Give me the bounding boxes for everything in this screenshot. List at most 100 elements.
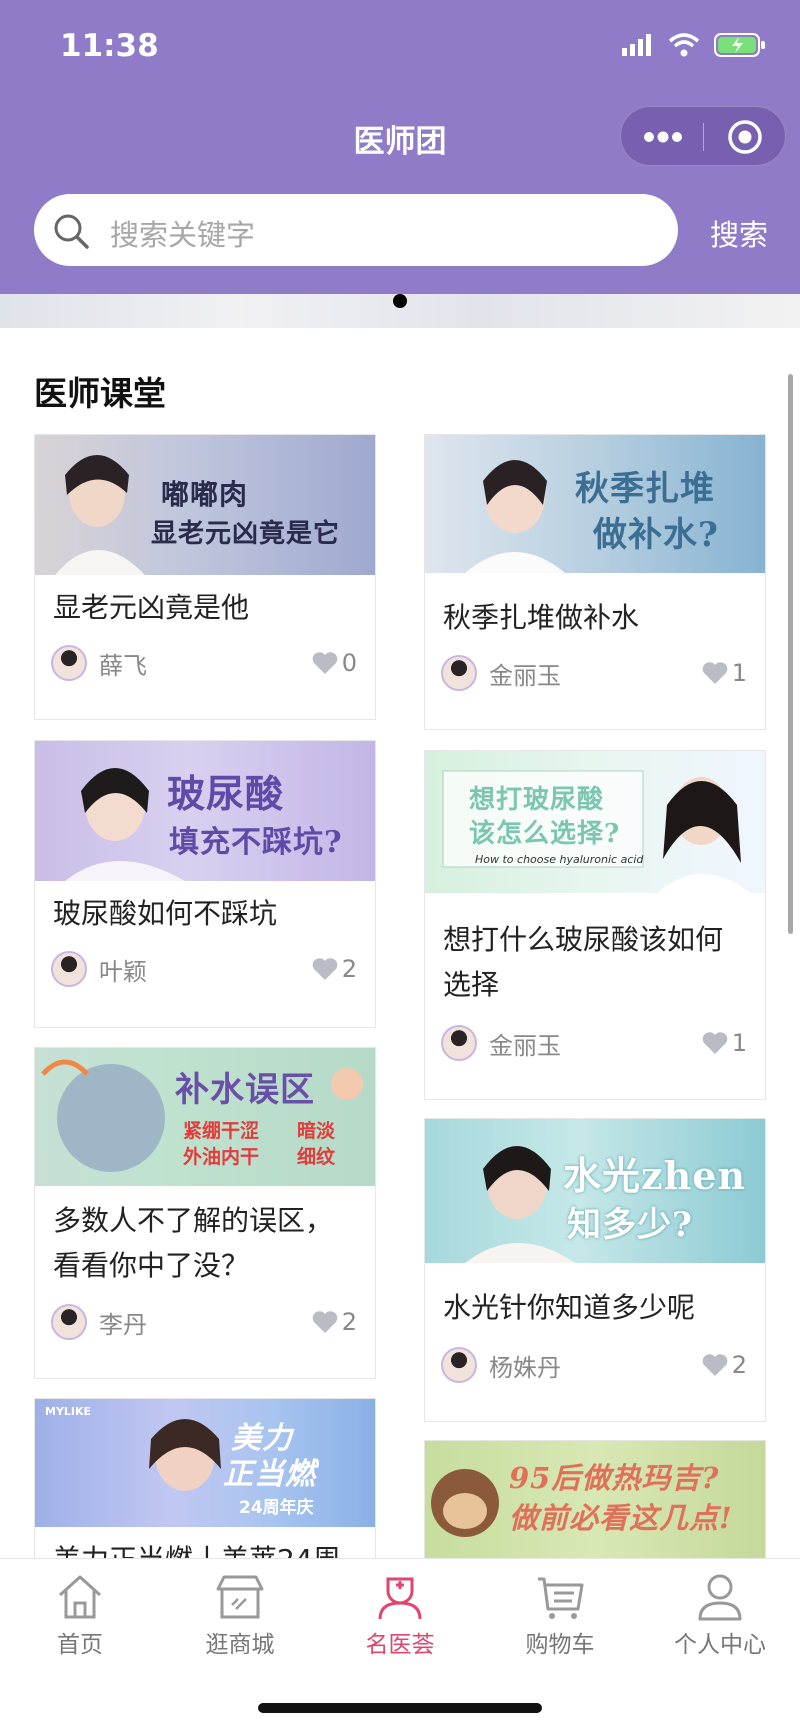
thumb-tag: 暗淡 (297, 1120, 336, 1142)
home-indicator (258, 1703, 542, 1713)
like-count-value: 1 (731, 1029, 747, 1057)
tab-label: 名医荟 (365, 1632, 435, 1658)
avatar (51, 645, 87, 681)
wifi-icon (668, 33, 700, 57)
course-thumbnail: 秋季扎堆 做补水? (425, 435, 765, 573)
course-title: 显老元凶竟是他 (53, 591, 250, 624)
heart-icon (312, 652, 338, 674)
tab-profile[interactable]: 个人中心 (640, 1559, 800, 1669)
search-icon (54, 214, 89, 249)
author-name: 薛飞 (99, 651, 147, 680)
like-count[interactable]: 1 (702, 1029, 747, 1057)
user-icon (698, 1574, 742, 1621)
course-card[interactable]: 玻尿酸 填充不踩坑? 玻尿酸如何不踩坑 叶颖 2 (34, 740, 376, 1028)
thumb-tag: 外油内干 (183, 1146, 260, 1168)
like-count-value: 2 (341, 955, 357, 983)
author-name: 叶颖 (99, 957, 147, 986)
thumb-heading: 想打玻尿酸 (469, 785, 605, 815)
course-thumbnail: 补水误区 紧绷干涩 暗淡 外油内干 细纹 (35, 1048, 375, 1186)
author: 金丽玉 (441, 1025, 561, 1061)
thumb-brand: MYLIKE (45, 1405, 92, 1418)
course-thumbnail: 水光zhen 知多少? (425, 1119, 765, 1263)
author: 李丹 (51, 1304, 147, 1340)
more-icon[interactable] (643, 127, 683, 147)
carousel-indicator[interactable] (393, 294, 407, 308)
course-thumbnail: 想打玻尿酸 该怎么选择? How to choose hyaluronic ac… (425, 751, 765, 893)
search-input[interactable]: 搜索关键字 (34, 194, 678, 266)
like-count[interactable]: 0 (312, 649, 357, 677)
course-title: 玻尿酸如何不踩坑 (53, 897, 278, 930)
avatar (441, 655, 477, 691)
course-title: 多数人不了解的误区，看看你中了没？ (53, 1204, 334, 1282)
status-time: 11:38 (60, 28, 159, 64)
tab-shop[interactable]: 逛商城 (160, 1559, 320, 1669)
thumb-heading: 95后做热玛吉? (509, 1461, 720, 1495)
avatar (441, 1347, 477, 1383)
heart-icon (702, 1032, 728, 1054)
close-mini-program-icon[interactable] (727, 119, 763, 155)
doctor-icon (378, 1577, 422, 1620)
thumb-subheading: 该怎么选择? (469, 819, 621, 849)
tab-label: 逛商城 (205, 1632, 275, 1658)
thumb-caption: How to choose hyaluronic acid (475, 853, 644, 866)
tab-cart[interactable]: 购物车 (480, 1559, 640, 1669)
tab-label: 首页 (57, 1632, 103, 1658)
course-card[interactable]: 想打玻尿酸 该怎么选择? How to choose hyaluronic ac… (424, 750, 766, 1100)
search-button[interactable]: 搜索 (710, 212, 768, 254)
course-thumbnail: MYLIKE 美力 正当燃 24周年庆 (35, 1399, 375, 1527)
search-placeholder: 搜索关键字 (110, 218, 256, 252)
tab-home[interactable]: 首页 (0, 1559, 160, 1669)
like-count-value: 0 (341, 649, 357, 677)
avatar (441, 1025, 477, 1061)
heart-icon (312, 1311, 338, 1333)
like-count[interactable]: 2 (312, 955, 357, 983)
author: 金丽玉 (441, 655, 561, 691)
cart-icon (538, 1577, 584, 1619)
author-name: 杨姝丹 (489, 1353, 561, 1382)
avatar (51, 951, 87, 987)
home-icon (58, 1575, 102, 1619)
thumb-subheading: 填充不踩坑? (169, 825, 343, 860)
course-title: 秋季扎堆做补水 (443, 601, 640, 634)
thumb-heading: 水光zhen (563, 1153, 747, 1198)
thumb-heading: 玻尿酸 (167, 771, 285, 816)
course-card[interactable]: 秋季扎堆 做补水? 秋季扎堆做补水 金丽玉 1 (424, 434, 766, 730)
author: 叶颖 (51, 951, 147, 987)
course-card[interactable]: 补水误区 紧绷干涩 暗淡 外油内干 细纹 多数人不了解的误区，看看你中了没？ 李… (34, 1047, 376, 1379)
mini-program-capsule (620, 106, 786, 166)
course-title: 水光针你知道多少呢 (443, 1291, 696, 1324)
section-title: 医师课堂 (34, 374, 166, 413)
course-card[interactable]: 水光zhen 知多少? 水光针你知道多少呢 杨姝丹 2 (424, 1118, 766, 1422)
like-count[interactable]: 2 (702, 1351, 747, 1379)
author-name: 李丹 (99, 1310, 147, 1339)
shop-icon (216, 1575, 264, 1619)
thumb-subheading: 正当燃 (223, 1457, 316, 1492)
page: 11:38 医师团 搜索关键字 搜索 医师课堂 嘟嘟肉 显老元凶竟是它 显老元凶… (0, 0, 800, 1731)
battery-icon (714, 33, 765, 57)
author: 杨姝丹 (441, 1347, 561, 1383)
heart-icon (702, 1354, 728, 1376)
capsule-divider (703, 123, 704, 151)
thumb-subheading: 知多少? (567, 1205, 693, 1245)
like-count[interactable]: 2 (312, 1308, 357, 1336)
course-thumbnail: 95后做热玛吉? 做前必看这几点! (425, 1441, 765, 1559)
thumb-heading: 秋季扎堆 (575, 469, 715, 509)
thumb-heading: 嘟嘟肉 (161, 478, 249, 511)
tab-doctors[interactable]: 名医荟 (320, 1559, 480, 1669)
scrollbar[interactable] (788, 374, 793, 934)
course-card[interactable]: 嘟嘟肉 显老元凶竟是它 显老元凶竟是他 薛飞 0 (34, 434, 376, 720)
course-thumbnail: 玻尿酸 填充不踩坑? (35, 741, 375, 881)
thumb-subheading: 做补水? (593, 515, 719, 555)
heart-icon (702, 662, 728, 684)
avatar (51, 1304, 87, 1340)
like-count-value: 2 (731, 1351, 747, 1379)
tab-label: 个人中心 (674, 1632, 766, 1658)
thumb-caption: 24周年庆 (239, 1498, 314, 1518)
like-count[interactable]: 1 (702, 659, 747, 687)
course-title: 想打什么玻尿酸该如何选择 (443, 923, 724, 1001)
author-name: 金丽玉 (489, 661, 561, 690)
course-thumbnail: 嘟嘟肉 显老元凶竟是它 (35, 435, 375, 575)
signal-icon (622, 34, 651, 56)
banner-carousel[interactable] (0, 294, 800, 328)
thumb-heading: 补水误区 (175, 1070, 315, 1110)
